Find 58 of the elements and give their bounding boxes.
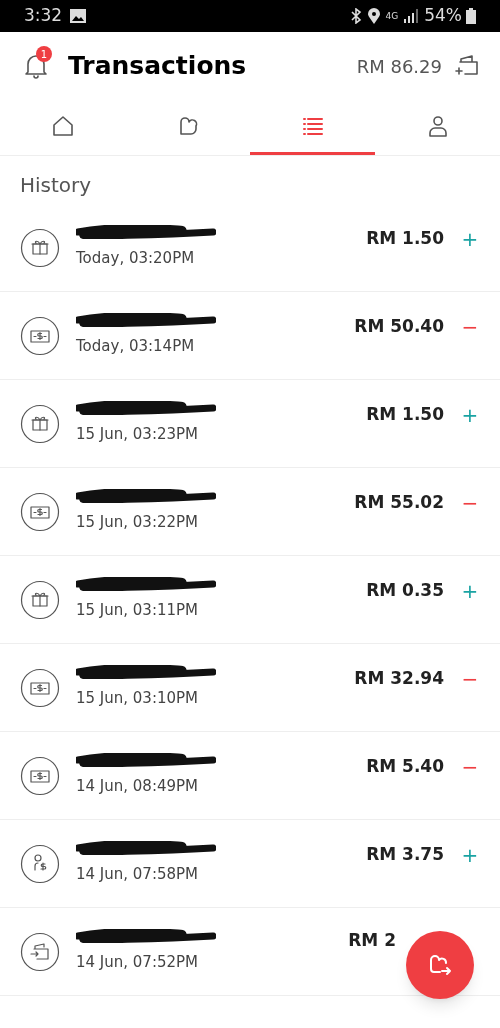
transaction-row[interactable]: 15 Jun, 03:23PM RM 1.50 + <box>0 380 500 468</box>
location-icon <box>367 8 380 24</box>
transaction-time: 14 Jun, 08:49PM <box>76 776 200 798</box>
page-title: Transactions <box>68 50 247 83</box>
debit-sign: − <box>460 754 480 781</box>
signal-icon <box>404 9 419 23</box>
transaction-row[interactable]: 15 Jun, 03:10PM RM 32.94 − <box>0 644 500 732</box>
credit-sign: + <box>460 402 480 429</box>
debit-sign: − <box>460 490 480 517</box>
gift-icon <box>20 403 60 444</box>
transaction-amount: RM 5.40 <box>366 755 444 779</box>
transaction-amount: RM 2 <box>348 929 396 952</box>
transaction-amount: RM 1.50 <box>366 227 444 251</box>
transaction-row[interactable]: 15 Jun, 03:11PM RM 0.35 + <box>0 556 500 644</box>
transaction-time: 15 Jun, 03:11PM <box>76 600 200 622</box>
transaction-row[interactable]: 15 Jun, 03:22PM RM 55.02 − <box>0 468 500 556</box>
heart-arrow-icon <box>427 952 453 978</box>
credit-sign: + <box>460 578 480 605</box>
transaction-row[interactable]: 14 Jun, 07:58PM RM 3.75 + <box>0 820 500 908</box>
banknote-icon <box>20 315 60 356</box>
credit-sign: + <box>460 226 480 253</box>
wallet-balance: RM 86.29 <box>356 54 442 79</box>
transaction-time: 15 Jun, 03:22PM <box>76 512 200 534</box>
transaction-row[interactable]: Today, 03:14PM RM 50.40 − <box>0 292 500 380</box>
transaction-amount: RM 32.94 <box>354 667 444 691</box>
gift-icon <box>20 227 60 268</box>
transaction-time: 14 Jun, 07:52PM <box>76 952 200 974</box>
wallet-icon <box>20 931 60 972</box>
transaction-amount: RM 55.02 <box>354 491 444 515</box>
transaction-amount: RM 50.40 <box>354 315 444 339</box>
transaction-amount: RM 0.35 <box>366 579 444 603</box>
battery-percent: 54% <box>424 4 462 28</box>
transaction-row[interactable]: 14 Jun, 08:49PM RM 5.40 − <box>0 732 500 820</box>
transaction-time: 15 Jun, 03:23PM <box>76 424 200 446</box>
clock: 3:32 <box>24 4 63 28</box>
transaction-time: Today, 03:20PM <box>76 248 196 270</box>
battery-icon <box>466 8 476 24</box>
section-title: History <box>20 172 92 199</box>
transaction-row[interactable]: Today, 03:20PM RM 1.50 + <box>0 204 500 292</box>
person-money-icon <box>20 843 60 884</box>
transaction-time: Today, 03:14PM <box>76 336 196 358</box>
credit-sign: + <box>460 842 480 869</box>
network-type: 4G <box>385 11 399 21</box>
transaction-time: 14 Jun, 07:58PM <box>76 864 200 886</box>
transfer-fab[interactable] <box>406 931 474 999</box>
banknote-icon <box>20 667 60 708</box>
transaction-amount: RM 3.75 <box>366 843 444 867</box>
banknote-icon <box>20 491 60 532</box>
debit-sign: − <box>460 314 480 341</box>
gift-icon <box>20 579 60 620</box>
bluetooth-icon <box>349 8 362 24</box>
debit-sign: − <box>460 666 480 693</box>
banknote-icon <box>20 755 60 796</box>
home-icon <box>50 114 75 138</box>
image-icon <box>70 9 87 23</box>
notification-badge: 1 <box>36 46 52 62</box>
transaction-time: 15 Jun, 03:10PM <box>76 688 200 710</box>
transaction-amount: RM 1.50 <box>366 403 444 427</box>
